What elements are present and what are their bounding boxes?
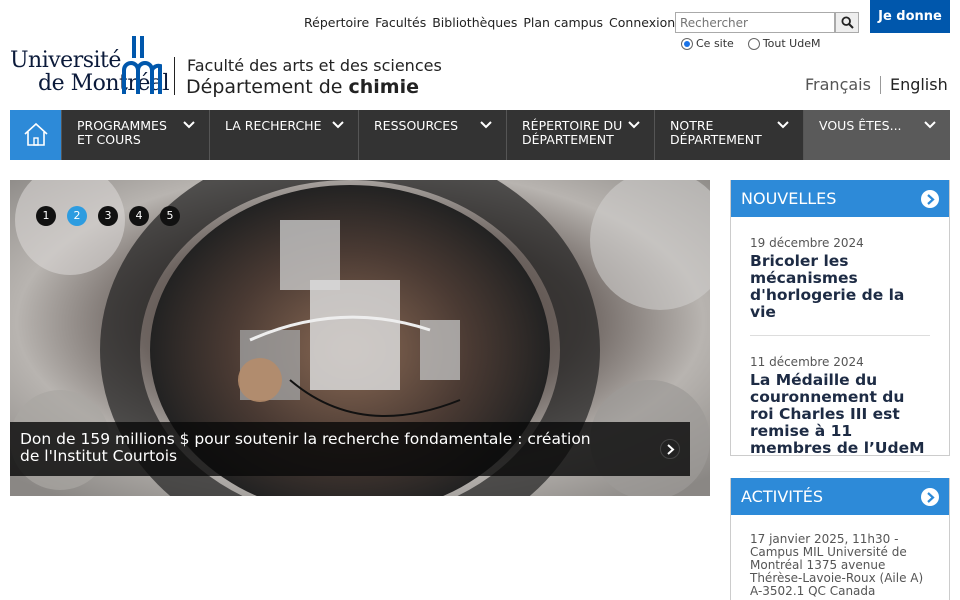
language-switcher: Français English [805, 75, 948, 94]
lang-en[interactable]: English [890, 75, 948, 94]
lang-separator [879, 75, 881, 94]
utility-link-facultes[interactable]: Facultés [375, 15, 426, 30]
home-icon [24, 122, 48, 146]
slide-indicators: 1 2 3 4 5 [36, 206, 180, 226]
utility-link-bibliotheques[interactable]: Bibliothèques [432, 15, 517, 30]
news-item[interactable]: 19 décembre 2024 Bricoler les mécanismes… [750, 217, 930, 336]
home-button[interactable] [10, 110, 61, 160]
news-title[interactable]: La Médaille du couronnement du roi Charl… [750, 372, 930, 457]
chevron-down-icon [183, 121, 195, 129]
search-scope: Ce site Tout UdeM [681, 37, 820, 50]
radio-selected[interactable] [681, 37, 693, 50]
hero-caption-text: Don de 159 millions $ pour soutenir la r… [20, 430, 591, 465]
chevron-down-icon [628, 121, 640, 129]
chevron-down-icon [777, 121, 789, 129]
logo-line1: Université [10, 48, 121, 73]
nav-programmes[interactable]: Programmes et cours [61, 110, 209, 160]
nav-ressources[interactable]: Ressources [358, 110, 506, 160]
faculty-name[interactable]: Faculté des arts et des sciences [187, 56, 442, 75]
main-nav: Programmes et cours La recherche Ressourc… [10, 110, 950, 160]
radio-unselected[interactable] [747, 37, 760, 50]
search-icon [841, 16, 854, 29]
chevron-right-icon [927, 194, 935, 205]
news-list: 19 décembre 2024 Bricoler les mécanismes… [731, 217, 949, 472]
utility-link-plan-campus[interactable]: Plan campus [523, 15, 603, 30]
scope-all-option[interactable]: Tout UdeM [747, 37, 820, 50]
chevron-right-icon [667, 444, 675, 455]
news-more-button[interactable] [921, 190, 939, 208]
search-input[interactable] [675, 12, 835, 33]
news-date: 11 décembre 2024 [750, 355, 864, 369]
nav-notre-departement[interactable]: Notre département [654, 110, 803, 160]
news-header[interactable]: NOUVELLES [731, 180, 949, 217]
chevron-down-icon [332, 121, 344, 129]
nav-repertoire[interactable]: Répertoire du département [506, 110, 654, 160]
utility-link-repertoire[interactable]: Répertoire [304, 15, 369, 30]
activity-text: 17 janvier 2025, 11h30 - Campus MIL Univ… [750, 532, 924, 598]
news-date: 19 décembre 2024 [750, 236, 864, 250]
chevron-right-icon [927, 492, 935, 503]
slide-dot-3[interactable]: 3 [98, 206, 118, 226]
activities-header[interactable]: ACTIVITÉS [731, 478, 949, 515]
header-divider [174, 57, 175, 95]
utility-nav: Répertoire Facultés Bibliothèques Plan c… [304, 15, 688, 30]
news-panel: NOUVELLES 19 décembre 2024 Bricoler les … [730, 180, 950, 472]
activities-heading: ACTIVITÉS [741, 487, 824, 506]
activities-panel: ACTIVITÉS 17 janvier 2025, 11h30 - Campu… [730, 478, 950, 600]
news-title[interactable]: Bricoler les mécanismes d'horlogerie de … [750, 253, 930, 321]
search-button[interactable] [835, 12, 859, 33]
udem-logo-mark-icon [122, 36, 162, 94]
activity-item[interactable]: 17 janvier 2025, 11h30 - Campus MIL Univ… [731, 515, 949, 598]
donate-button[interactable]: Je donne [870, 0, 950, 33]
news-item[interactable]: 11 décembre 2024 La Médaille du couronne… [750, 336, 930, 472]
slide-dot-5[interactable]: 5 [160, 206, 180, 226]
department-name[interactable]: Département de chimie [186, 76, 419, 98]
nav-recherche[interactable]: La recherche [209, 110, 358, 160]
chevron-down-icon [480, 121, 492, 129]
caption-next-button[interactable] [660, 439, 680, 459]
nav-vous-etes[interactable]: Vous êtes... [803, 110, 950, 160]
hero-slider[interactable]: 1 2 3 4 5 Don de 159 millions $ pour sou… [10, 180, 710, 496]
chevron-down-icon [924, 121, 936, 129]
slide-dot-2[interactable]: 2 [67, 206, 87, 226]
lang-fr[interactable]: Français [805, 75, 871, 94]
activities-more-button[interactable] [921, 488, 939, 506]
login-label: Connexion [609, 15, 676, 30]
news-heading: NOUVELLES [741, 189, 837, 208]
slide-dot-1[interactable]: 1 [36, 206, 56, 226]
hero-caption[interactable]: Don de 159 millions $ pour soutenir la r… [10, 422, 690, 476]
slide-dot-4[interactable]: 4 [129, 206, 149, 226]
scope-site-option[interactable]: Ce site [681, 37, 734, 50]
